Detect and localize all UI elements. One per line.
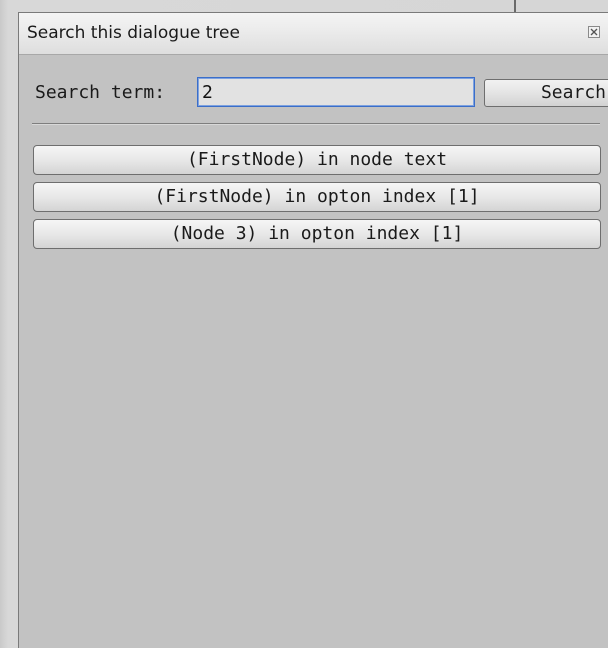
backdrop-divider xyxy=(514,0,516,12)
search-term-label: Search term: xyxy=(35,82,166,103)
close-icon[interactable] xyxy=(588,25,600,38)
result-button[interactable]: (FirstNode) in opton index [1] xyxy=(33,182,601,212)
dialog-body: Search term: Search (FirstNode) in node … xyxy=(19,55,608,648)
result-button[interactable]: (Node 3) in opton index [1] xyxy=(33,219,601,249)
search-input[interactable] xyxy=(197,77,475,107)
search-button[interactable]: Search xyxy=(484,79,608,107)
window-title: Search this dialogue tree xyxy=(27,23,240,43)
results-list: (FirstNode) in node text (FirstNode) in … xyxy=(33,145,601,256)
window-titlebar[interactable]: Search this dialogue tree xyxy=(19,13,608,55)
search-row: Search term: Search xyxy=(35,77,608,107)
divider xyxy=(32,123,600,125)
search-dialog-window: Search this dialogue tree Search term: S… xyxy=(18,12,608,648)
result-button[interactable]: (FirstNode) in node text xyxy=(33,145,601,175)
